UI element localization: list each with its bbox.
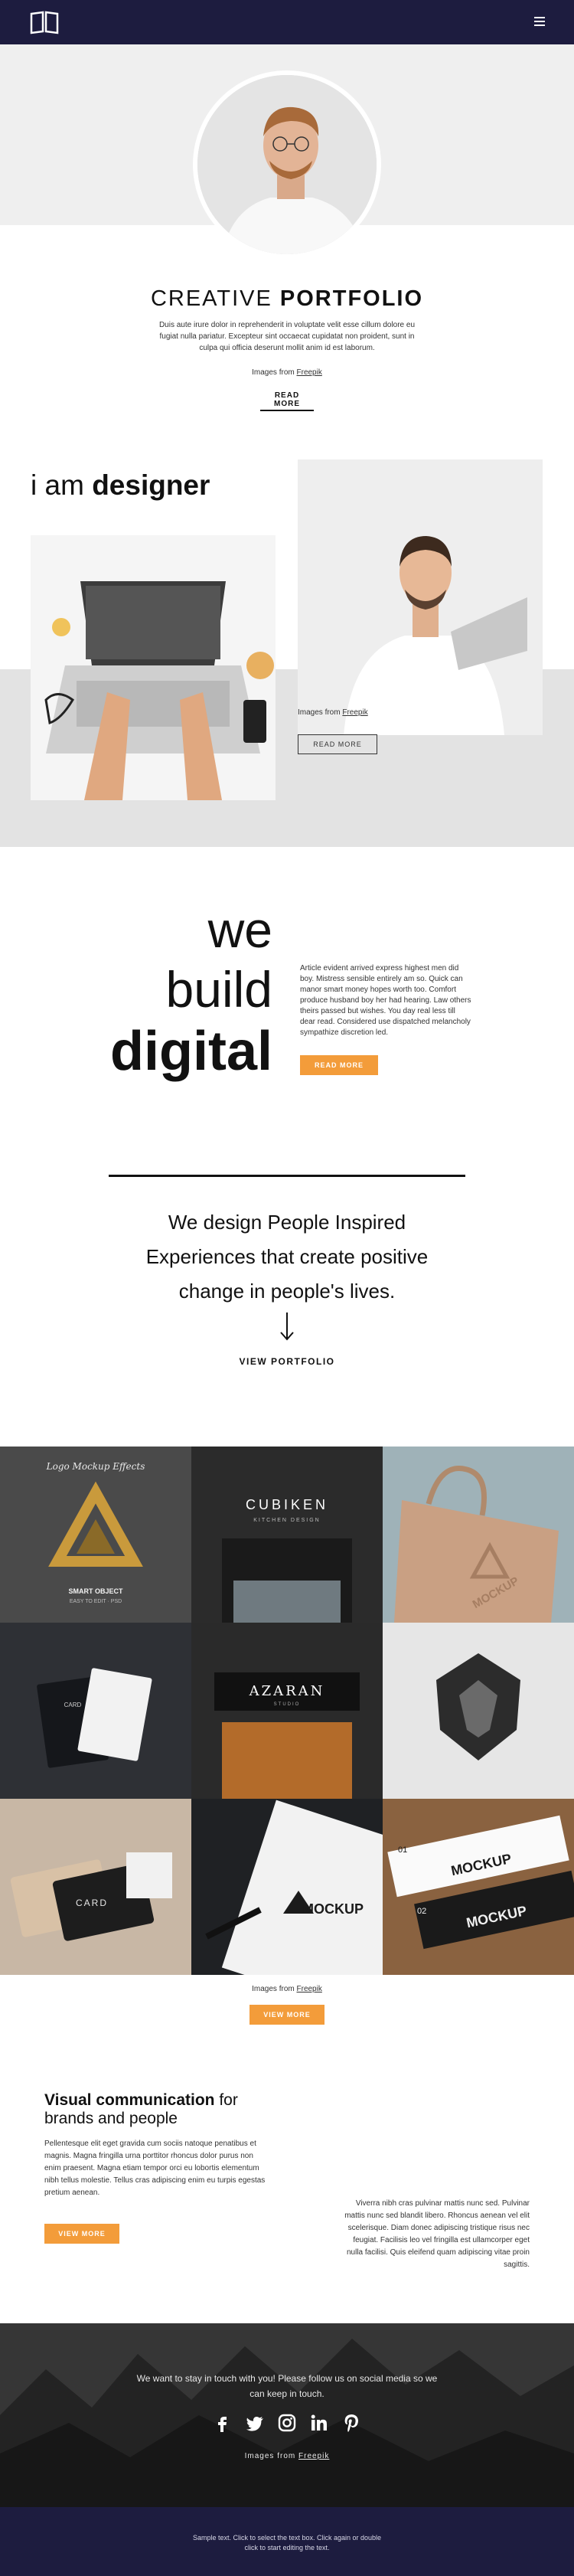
facebook-icon[interactable]	[212, 2412, 233, 2434]
gallery-credit: Images from Freepik	[252, 1985, 322, 1993]
gallery-tile-bag-mockup[interactable]: MOCKUP	[383, 1447, 574, 1623]
visual-right-text: Viverra nibh cras pulvinar mattis nunc s…	[344, 2199, 530, 2269]
visual-view-more-button[interactable]: VIEW MORE	[44, 2224, 119, 2244]
visual-title: Visual communication for brands and peopl…	[44, 2091, 238, 2127]
gallery-tile-card-mockup[interactable]: CARD	[0, 1799, 191, 1975]
freepik-link[interactable]: Freepik	[342, 708, 367, 717]
pinterest-icon[interactable]	[341, 2412, 362, 2434]
build-text: Article evident arrived express highest …	[300, 964, 471, 1037]
social-section: We want to stay in touch with you! Pleas…	[0, 2323, 574, 2507]
designer-title: i am designer	[31, 469, 210, 501]
build-line-we: we	[207, 901, 272, 958]
gallery-tile-cubiken[interactable]: CUBIKEN KITCHEN DESIGN	[191, 1447, 383, 1623]
gallery-tile-lion-logo[interactable]	[383, 1623, 574, 1799]
tile-caption: CUBIKEN	[246, 1497, 328, 1512]
book-icon[interactable]	[29, 10, 60, 34]
tile-caption: 01	[398, 1845, 407, 1855]
designer-photo	[298, 459, 543, 735]
tile-caption: SMART OBJECT	[68, 1587, 123, 1595]
build-read-more-button[interactable]: READ MORE	[300, 1055, 378, 1075]
tile-caption: Logo Mockup Effects	[46, 1461, 145, 1472]
tile-caption: MOCKUP	[302, 1901, 364, 1917]
designer-credit: Images from Freepik	[298, 708, 368, 717]
hamburger-icon[interactable]	[534, 17, 545, 26]
arrow-down-icon	[280, 1313, 294, 1341]
freepik-link[interactable]: Freepik	[297, 368, 322, 377]
twitter-icon[interactable]	[244, 2412, 266, 2434]
tile-caption: 02	[417, 1907, 426, 1916]
gallery-tile-paper-mockup[interactable]: MOCKUP	[191, 1799, 383, 1975]
tile-caption: AZARAN	[249, 1683, 325, 1699]
linkedin-icon[interactable]	[308, 2412, 330, 2434]
social-text: We want to stay in touch with you! Pleas…	[136, 2373, 438, 2399]
hero-read-more-link[interactable]: READ MORE	[260, 391, 314, 411]
freepik-link[interactable]: Freepik	[297, 1985, 322, 1993]
hero-credit: Images from Freepik	[252, 368, 322, 377]
site-footer: Sample text. Click to select the text bo…	[0, 2507, 574, 2576]
tile-caption: STUDIO	[274, 1702, 301, 1707]
social-icons	[0, 2412, 574, 2434]
gallery-tile-azaran[interactable]: AZARAN STUDIO	[191, 1623, 383, 1799]
hero-text: Duis aute irure dolor in reprehenderit i…	[158, 321, 416, 352]
build-section: we build digital Article evident arrived…	[0, 847, 574, 1175]
tile-caption: EASY TO EDIT · PSD	[70, 1599, 122, 1604]
hero-title: CREATIVE PORTFOLIO	[150, 286, 424, 311]
designer-section: i am designer	[0, 416, 574, 847]
site-header	[0, 0, 574, 44]
portrait-image	[193, 70, 381, 259]
instagram-icon[interactable]	[276, 2412, 298, 2434]
social-credit: Images from Freepik	[244, 2452, 330, 2460]
visual-left-text: Pellentesque elit eget gravida cum socii…	[44, 2140, 266, 2197]
freepik-link[interactable]: Freepik	[298, 2452, 329, 2460]
hero-section: CREATIVE PORTFOLIO Duis aute irure dolor…	[0, 44, 574, 416]
designer-read-more-button[interactable]: READ MORE	[298, 734, 377, 754]
tile-caption: CARD	[76, 1898, 108, 1908]
gallery-tile-stationery-mockup[interactable]: MOCKUP MOCKUP 01 02	[383, 1799, 574, 1975]
build-line-digital: digital	[110, 1021, 272, 1082]
view-more-button[interactable]: VIEW MORE	[249, 2005, 325, 2025]
portfolio-gallery: Logo Mockup Effects SMART OBJECT EASY TO…	[0, 1447, 574, 1975]
view-portfolio-link[interactable]: VIEW PORTFOLIO	[0, 1356, 574, 1367]
tile-caption: KITCHEN DESIGN	[253, 1518, 321, 1523]
statement-text: We design People Inspired Experiences th…	[145, 1211, 429, 1303]
build-line-build: build	[165, 961, 272, 1018]
footer-text[interactable]: Sample text. Click to select the text bo…	[188, 2533, 386, 2553]
tile-caption: CARD	[64, 1702, 82, 1708]
statement-section: We design People Inspired Experiences th…	[0, 1175, 574, 1439]
divider	[109, 1175, 465, 1177]
gallery-tile-logo-mockup[interactable]: Logo Mockup Effects SMART OBJECT EASY TO…	[0, 1447, 191, 1623]
gallery-tile-business-card[interactable]: CARD	[0, 1623, 191, 1799]
laptop-photo	[31, 535, 276, 800]
